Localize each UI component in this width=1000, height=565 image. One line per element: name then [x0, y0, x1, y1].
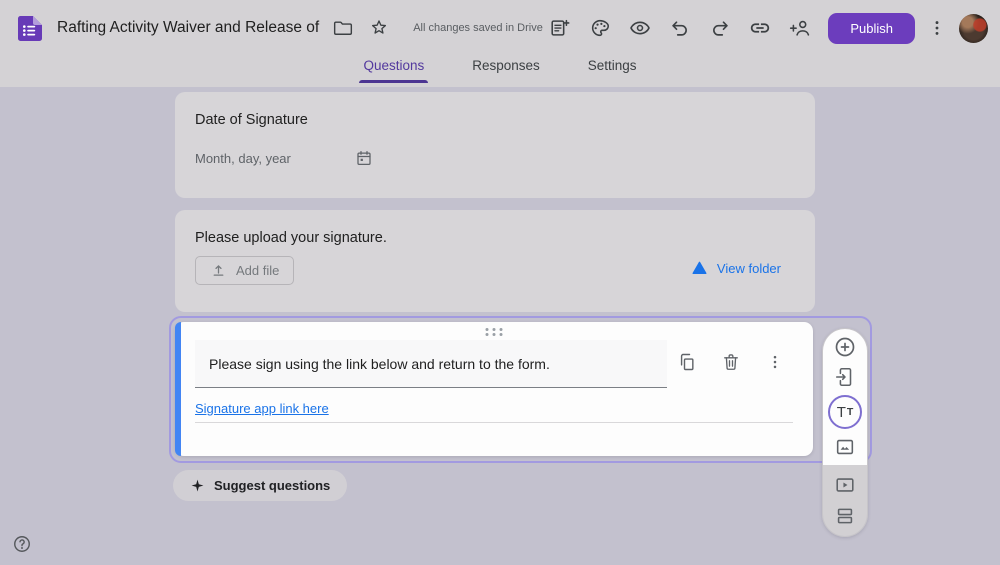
duplicate-icon[interactable] — [675, 350, 699, 374]
question-more-icon[interactable] — [763, 350, 787, 374]
drag-handle[interactable] — [485, 328, 503, 336]
sparkle-icon — [191, 479, 204, 492]
save-status: All changes saved in Drive — [413, 22, 543, 34]
question-title: Date of Signature — [195, 112, 308, 128]
help-icon[interactable] — [12, 534, 32, 554]
preview-eye-icon[interactable] — [628, 16, 652, 40]
google-forms-editor: Rafting Activity Waiver and Release of A… — [0, 0, 1000, 565]
delete-icon[interactable] — [719, 350, 743, 374]
add-video-icon[interactable] — [833, 473, 857, 497]
add-title-description-icon[interactable]: TT — [828, 395, 862, 429]
avatar[interactable] — [959, 13, 988, 43]
active-question-indicator — [175, 322, 181, 456]
document-title[interactable]: Rafting Activity Waiver and Release of — [57, 19, 319, 37]
suggest-questions-label: Suggest questions — [214, 478, 331, 493]
side-toolbar-top: TT — [823, 329, 867, 465]
form-canvas: Date of Signature Month, day, year Pleas… — [0, 87, 1000, 565]
add-image-icon[interactable] — [833, 435, 857, 459]
view-folder-link[interactable]: View folder — [691, 260, 781, 276]
date-answer-row: Month, day, year — [195, 149, 373, 167]
redo-icon[interactable] — [708, 16, 732, 40]
add-file-button[interactable]: Add file — [195, 256, 295, 285]
header-left: Rafting Activity Waiver and Release of A… — [16, 15, 543, 42]
title-icons — [331, 16, 391, 40]
question-card-upload[interactable]: Please upload your signature. Add file V… — [175, 210, 815, 312]
add-section-icon[interactable] — [833, 504, 857, 528]
question-actions — [675, 350, 787, 374]
document-add-icon[interactable] — [548, 16, 572, 40]
date-placeholder: Month, day, year — [195, 150, 291, 166]
publish-button[interactable]: Publish — [828, 12, 915, 44]
side-toolbar-bottom — [823, 465, 867, 536]
move-to-folder-icon[interactable] — [331, 16, 355, 40]
upload-icon — [213, 265, 224, 276]
tab-responses[interactable]: Responses — [470, 56, 542, 83]
more-options-icon[interactable] — [925, 16, 949, 40]
forms-logo-icon[interactable] — [16, 15, 43, 42]
add-collaborators-icon[interactable] — [788, 16, 812, 40]
question-card-active[interactable]: Signature app link here — [175, 322, 813, 456]
tab-questions[interactable]: Questions — [359, 56, 429, 83]
add-question-icon[interactable] — [833, 335, 857, 359]
tab-bar: Questions Responses Settings — [0, 56, 1000, 87]
top-bar: Rafting Activity Waiver and Release of A… — [0, 0, 1000, 56]
header: Rafting Activity Waiver and Release of A… — [0, 0, 1000, 87]
star-icon[interactable] — [367, 16, 391, 40]
view-folder-label: View folder — [716, 260, 781, 276]
header-toolbar — [548, 16, 812, 40]
suggest-questions-button[interactable]: Suggest questions — [173, 470, 348, 501]
side-toolbar: TT — [822, 328, 868, 537]
drive-icon — [692, 261, 707, 274]
import-questions-icon[interactable] — [833, 365, 857, 389]
answer-field-divider — [195, 422, 793, 423]
tab-settings[interactable]: Settings — [586, 56, 639, 83]
add-file-label: Add file — [236, 263, 280, 278]
question-text-input[interactable] — [195, 340, 667, 388]
calendar-icon — [355, 149, 373, 167]
header-right: Publish — [548, 12, 988, 44]
signature-app-link[interactable]: Signature app link here — [195, 401, 329, 416]
copy-link-icon[interactable] — [748, 16, 772, 40]
question-card-date[interactable]: Date of Signature Month, day, year — [175, 92, 815, 198]
undo-icon[interactable] — [668, 16, 692, 40]
theme-palette-icon[interactable] — [588, 16, 612, 40]
question-title: Please upload your signature. — [195, 230, 387, 246]
